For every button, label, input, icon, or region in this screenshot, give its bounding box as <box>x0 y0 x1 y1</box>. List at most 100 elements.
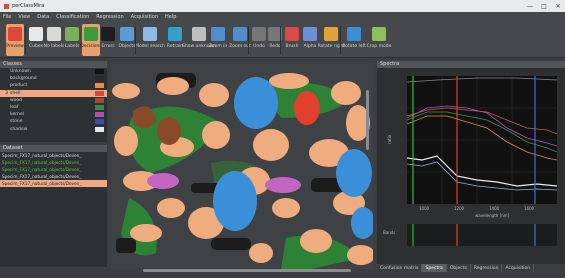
toolbar-zoom-in-button[interactable]: Zoom in <box>208 24 228 56</box>
class-color-swatch[interactable] <box>95 69 104 75</box>
dataset-header: Dataset <box>0 145 107 152</box>
class-item-stone[interactable]: stone <box>0 118 107 125</box>
bands-label: Bands <box>383 230 395 235</box>
classes-header: Classes <box>0 61 107 68</box>
class-color-swatch[interactable] <box>95 119 104 125</box>
class-item-shadow[interactable]: shadow <box>0 126 107 133</box>
toolbar-alpha-button[interactable]: Alpha <box>302 24 318 56</box>
toolbar-label: Rotate left <box>342 44 366 49</box>
dataset-row[interactable]: Specim_FX17_natural_objects/Deven_ <box>0 159 107 166</box>
class-name: shadow <box>10 126 28 132</box>
dataset-row[interactable]: Specim_FX17_natural_objects/Deven_ <box>0 173 107 180</box>
maximize-icon[interactable]: □ <box>537 0 551 12</box>
x-tick-1400: 1400 <box>489 206 500 211</box>
image-canvas[interactable] <box>111 63 373 269</box>
toolbar-separator <box>280 26 281 54</box>
dataset-row[interactable]: Specim_FX17_natural_objects/Deven_ <box>0 180 107 187</box>
preview-icon <box>8 27 22 41</box>
dataset-row[interactable]: Specim_FX17_natural_objects/Deven_ <box>0 152 107 159</box>
toolbar-rotate-right-button[interactable]: Rotate right <box>318 24 344 56</box>
brush-icon <box>285 27 299 41</box>
toolbar-retrain-button[interactable]: Retrain <box>164 24 186 56</box>
class-color-swatch[interactable] <box>95 126 104 132</box>
menu-data[interactable]: Data <box>37 14 49 20</box>
show-unknown-icon <box>192 27 206 41</box>
x-tick-1200: 1200 <box>454 206 465 211</box>
labels-icon <box>65 27 79 41</box>
toolbar-label: Cubes <box>29 44 43 49</box>
no-labels-icon <box>47 27 61 41</box>
menu-view[interactable]: View <box>18 14 30 20</box>
toolbar-label: Retrain <box>166 44 184 49</box>
toolbar-labels-button[interactable]: Labels <box>64 24 80 56</box>
toolbar-separator <box>25 26 26 54</box>
spectra-panel: 1000 1200 1400 1600 wavelength [nm] rati… <box>377 68 565 264</box>
toolbar-label: Errors <box>101 44 115 49</box>
y-axis-label: ratio <box>387 134 392 144</box>
class-color-swatch[interactable] <box>95 105 104 111</box>
title-bar: perClassMira — □ ✕ <box>0 0 565 12</box>
dataset-panel: Specim_FX17_natural_objects/Deven_ Specim… <box>0 152 107 267</box>
class-name: wood <box>10 97 23 103</box>
class-item-kernel[interactable]: kernel <box>0 111 107 118</box>
toolbar-rotate-left-button[interactable]: Rotate left <box>342 24 366 56</box>
toolbar-model-search-button[interactable]: Model search <box>135 24 165 56</box>
menu-regression[interactable]: Regression <box>96 14 123 20</box>
toolbar-zoom-out-button[interactable]: Zoom out <box>229 24 251 56</box>
menu-classification[interactable]: Classification <box>56 14 89 20</box>
toolbar-label: Redo <box>269 44 281 49</box>
class-color-swatch[interactable] <box>95 76 104 82</box>
class-color-swatch[interactable] <box>95 83 104 89</box>
class-color-swatch[interactable] <box>95 112 104 118</box>
undo-icon <box>252 27 266 41</box>
toolbar-decisions-button[interactable]: Decisions <box>80 24 102 56</box>
class-name: product <box>10 83 28 89</box>
menu-file[interactable]: File <box>3 14 11 20</box>
menu-acquisition[interactable]: Acquisition <box>131 14 158 20</box>
toolbar-label: No labels <box>43 44 65 49</box>
status-bar <box>0 272 565 278</box>
class-item-unknown[interactable]: Unknown <box>0 68 107 75</box>
toolbar-label: Decisions <box>80 44 102 49</box>
class-name: Unknown <box>10 69 31 75</box>
close-icon[interactable]: ✕ <box>551 0 565 12</box>
app-icon <box>4 3 9 9</box>
class-name: shell <box>10 90 21 96</box>
class-item-background[interactable]: background <box>0 75 107 82</box>
dataset-row[interactable]: Specim_FX17_natural_objects/Deven_ <box>0 166 107 173</box>
class-item-product[interactable]: product <box>0 82 107 89</box>
class-item-leaf[interactable]: leaf <box>0 104 107 111</box>
toolbar-label: Brush <box>285 44 299 49</box>
class-name: leaf <box>10 105 19 111</box>
toolbar-crop-mode-button[interactable]: Crop mode <box>367 24 391 56</box>
decisions-icon <box>84 27 98 41</box>
minimize-icon[interactable]: — <box>523 0 537 12</box>
x-tick-1600: 1600 <box>524 206 535 211</box>
toolbar-errors-button[interactable]: Errors <box>100 24 116 56</box>
class-color-swatch[interactable] <box>95 97 104 103</box>
vertical-scrollbar[interactable] <box>366 90 369 150</box>
toolbar-label: Model search <box>135 44 165 49</box>
toolbar-undo-button[interactable]: Undo <box>252 24 266 56</box>
class-item-shell[interactable]: 3 shell <box>0 89 107 97</box>
class-index: 3 <box>5 90 8 96</box>
objects-icon <box>120 27 134 41</box>
menu-help[interactable]: Help <box>165 14 176 20</box>
x-axis-label: wavelength [nm] <box>475 213 510 218</box>
class-item-wood[interactable]: wood <box>0 97 107 104</box>
toolbar-label: Alpha <box>303 44 317 49</box>
toolbar-separator <box>135 26 136 54</box>
class-color-swatch[interactable] <box>95 90 104 96</box>
x-tick-1000: 1000 <box>419 206 430 211</box>
toolbar-objects-button[interactable]: Objects <box>118 24 136 56</box>
toolbar-brush-button[interactable]: Brush <box>284 24 300 56</box>
segmentation-image <box>111 63 373 269</box>
alpha-icon <box>303 27 317 41</box>
toolbar-no-labels-button[interactable]: No labels <box>43 24 65 56</box>
rotate-right-icon <box>324 27 338 41</box>
class-name: kernel <box>10 112 24 118</box>
toolbar: Preview Cubes No labels Labels Decisions Erro… <box>0 22 565 58</box>
toolbar-preview-button[interactable]: Preview <box>6 24 24 56</box>
toolbar-cubes-button[interactable]: Cubes <box>28 24 44 56</box>
menu-bar: File View Data Classification Regression… <box>0 12 565 22</box>
